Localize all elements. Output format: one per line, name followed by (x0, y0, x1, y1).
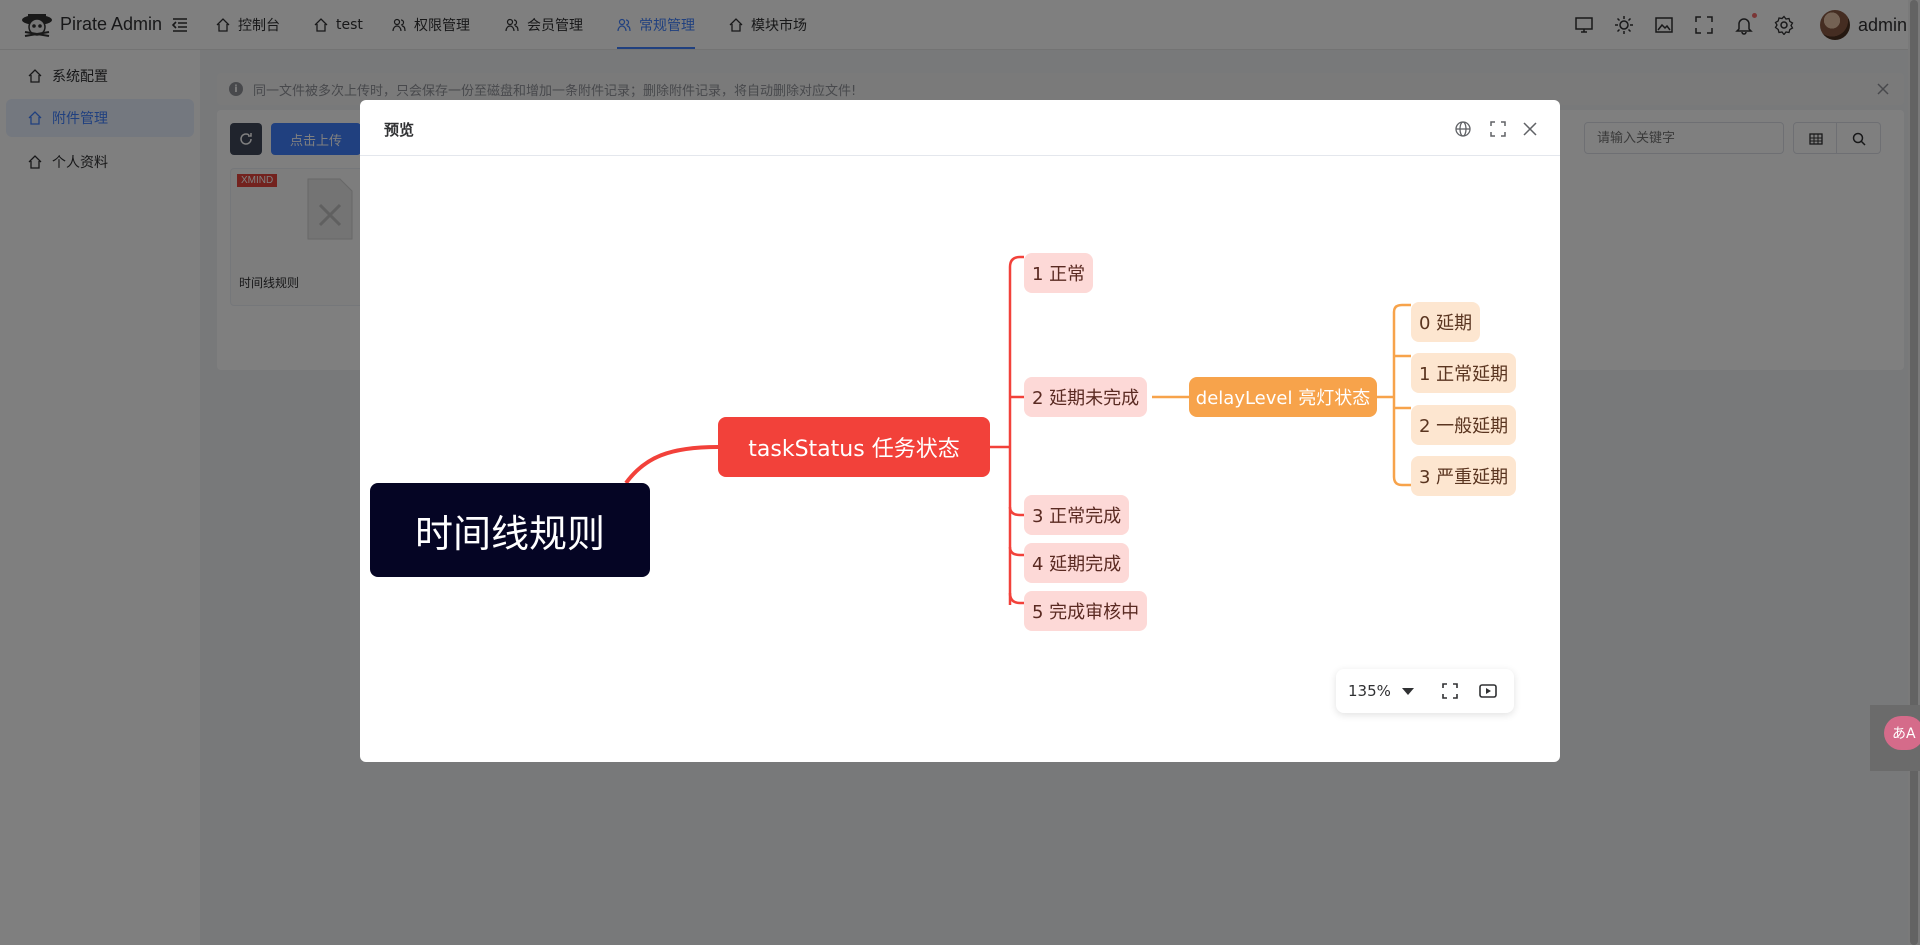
mindmap-child-node[interactable]: 1 正常 (1024, 253, 1094, 293)
mindmap-level-node[interactable]: 1 正常延期 (1411, 353, 1517, 393)
preview-dialog: 预览 时间线规则 taskStatus 任务状态 1 正常 2 延期未完成 3 … (360, 100, 1560, 762)
mindmap-main-node[interactable]: taskStatus 任务状态 (718, 417, 990, 477)
floating-translate-widget[interactable]: あA (1870, 705, 1920, 771)
mindmap-delay-node[interactable]: delayLevel 亮灯状态 (1189, 377, 1377, 417)
mindmap-child-node[interactable]: 4 延期完成 (1024, 543, 1130, 583)
globe-icon[interactable] (1454, 120, 1472, 138)
dialog-title: 预览 (384, 121, 415, 139)
mindmap-level-node[interactable]: 0 延期 (1411, 302, 1481, 342)
chevron-down-icon[interactable] (1402, 688, 1414, 695)
dialog-header: 预览 (360, 100, 1560, 156)
zoom-level[interactable]: 135% (1348, 682, 1391, 700)
mindmap-child-node[interactable]: 3 正常完成 (1024, 495, 1130, 535)
mindmap-level-node[interactable]: 3 严重延期 (1411, 456, 1517, 496)
zoom-toolbar: 135% (1336, 669, 1514, 713)
mindmap-level-node[interactable]: 2 一般延期 (1411, 405, 1517, 445)
translate-icon: あA (1884, 716, 1920, 750)
mindmap-root-node[interactable]: 时间线规则 (370, 483, 650, 577)
maximize-icon[interactable] (1489, 120, 1507, 138)
close-icon[interactable] (1521, 120, 1539, 138)
fit-screen-icon[interactable] (1440, 681, 1460, 701)
play-icon[interactable] (1478, 681, 1498, 701)
mindmap-child-node[interactable]: 5 完成审核中 (1024, 591, 1148, 631)
mindmap-canvas[interactable]: 时间线规则 taskStatus 任务状态 1 正常 2 延期未完成 3 正常完… (360, 157, 1560, 762)
mindmap-child-node[interactable]: 2 延期未完成 (1024, 377, 1148, 417)
